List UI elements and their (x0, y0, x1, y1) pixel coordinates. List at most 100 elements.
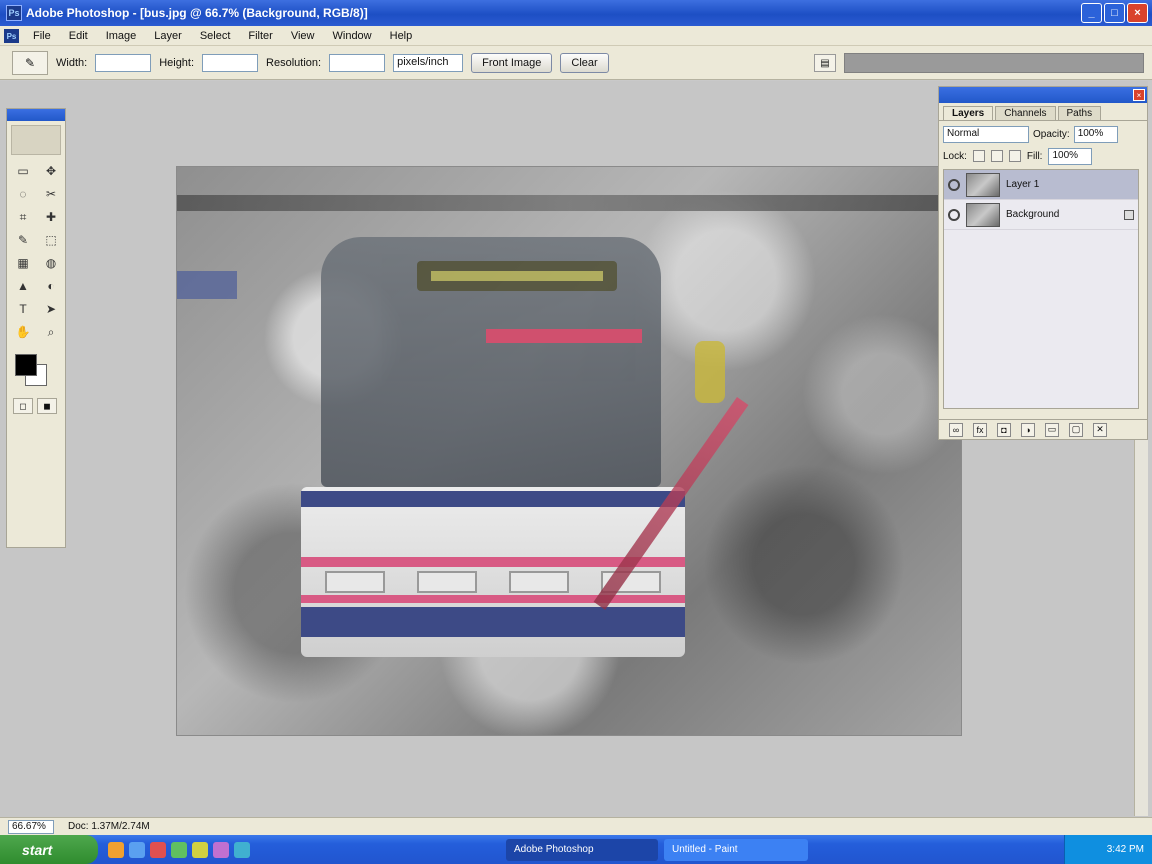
move-tool-icon[interactable]: ✥ (39, 161, 63, 181)
options-bar: ✎ Width: Height: Resolution: pixels/inch… (0, 46, 1152, 80)
adobe-online-button[interactable] (11, 125, 61, 155)
lasso-tool-icon[interactable]: ◌ (11, 184, 35, 204)
color-swatches (11, 350, 61, 392)
menu-edit[interactable]: Edit (60, 30, 97, 42)
type-tool-icon[interactable]: T (11, 299, 35, 319)
menu-bar: Ps File Edit Image Layer Select Filter V… (0, 26, 1152, 46)
fill-field[interactable]: 100% (1048, 147, 1093, 165)
tool-preset-picker[interactable]: ✎ (12, 50, 48, 75)
width-label: Width: (56, 56, 88, 69)
photoshop-logo-icon[interactable]: Ps (4, 29, 19, 43)
quick-launch-icon[interactable] (213, 841, 229, 858)
document-canvas[interactable] (176, 166, 962, 736)
quick-launch-icon[interactable] (108, 841, 124, 858)
lock-transparency-icon[interactable] (972, 150, 985, 162)
zoom-tool-icon[interactable]: ⌕ (39, 322, 63, 342)
visibility-eye-icon[interactable] (948, 208, 960, 221)
image-bus-upper-deck (321, 237, 661, 487)
layers-palette-footer: ∞ fx ◘ ◑ ▭ ▢ ✕ (939, 419, 1147, 439)
foreground-color-swatch[interactable] (15, 354, 37, 376)
taskbar-button-photoshop[interactable]: Adobe Photoshop (506, 838, 658, 861)
window-title: Adobe Photoshop - [bus.jpg @ 66.7% (Back… (26, 6, 368, 20)
crop-tool-icon[interactable]: ⌗ (11, 207, 35, 227)
quick-launch-icon[interactable] (171, 841, 187, 858)
menu-help[interactable]: Help (381, 30, 422, 42)
slice-tool-icon[interactable]: ✚ (39, 207, 63, 227)
taskbar-button-paint[interactable]: Untitled - Paint (664, 838, 808, 861)
layer-row-layer-1[interactable]: Layer 1 (944, 170, 1138, 200)
dodge-tool-icon[interactable]: ◐ (39, 276, 63, 296)
toolbox-titlebar[interactable] (7, 109, 65, 121)
front-image-button[interactable]: Front Image (471, 52, 553, 73)
opacity-field[interactable]: 100% (1073, 125, 1118, 143)
path-selection-tool-icon[interactable]: ➤ (39, 299, 63, 319)
height-field[interactable] (202, 53, 259, 72)
marquee-tool-icon[interactable]: ▭ (11, 161, 35, 181)
vertical-scrollbar[interactable] (1134, 440, 1148, 816)
toolbox: ▭ ✥ ◌ ✂ ⌗ ✚ ✎ ⬚ ▦ ◍ ▲ ◐ T ➤ ✋ ⌕ ◻ ◼ (6, 108, 66, 548)
maximize-button[interactable]: □ (1104, 3, 1125, 23)
lock-label: Lock: (943, 150, 967, 162)
palette-well-toggle-icon[interactable]: ▤ (814, 54, 836, 72)
layers-palette-tabs: Layers Channels Paths (939, 103, 1147, 121)
layers-palette-close-icon[interactable]: × (1133, 89, 1145, 101)
resolution-field[interactable] (329, 53, 386, 72)
zoom-level-field[interactable]: 66.67% (8, 819, 54, 834)
delete-layer-icon[interactable]: ✕ (1093, 422, 1107, 437)
photoshop-app-icon[interactable]: Ps (6, 5, 22, 21)
width-field[interactable] (95, 53, 152, 72)
image-bus-bumper (301, 607, 685, 637)
quick-mask-button[interactable]: ◼ (37, 398, 57, 414)
menu-layer[interactable]: Layer (145, 30, 191, 42)
system-tray-clock[interactable]: 3:42 PM (1064, 835, 1152, 864)
brush-tool-icon[interactable]: ✎ (11, 230, 35, 250)
quick-launch-icon[interactable] (150, 841, 166, 858)
menu-view[interactable]: View (282, 30, 324, 42)
window-controls: _ □ × (1081, 3, 1148, 23)
stamp-tool-icon[interactable]: ⬚ (39, 230, 63, 250)
lock-pixels-icon[interactable] (990, 150, 1003, 162)
lock-position-icon[interactable] (1008, 150, 1021, 162)
magic-wand-tool-icon[interactable]: ✂ (39, 184, 63, 204)
start-button[interactable]: start (0, 835, 98, 864)
close-button[interactable]: × (1127, 3, 1148, 23)
image-bus-pink-band-lower (301, 595, 685, 603)
hand-tool-icon[interactable]: ✋ (11, 322, 35, 342)
tab-layers[interactable]: Layers (943, 106, 994, 120)
tab-channels[interactable]: Channels (995, 106, 1056, 120)
layers-palette-titlebar[interactable]: × (939, 87, 1147, 103)
layer-lock-icon (1124, 209, 1134, 220)
document-info[interactable]: Doc: 1.37M/2.74M (68, 821, 150, 832)
layer-mask-icon[interactable]: ◘ (997, 422, 1011, 437)
menu-image[interactable]: Image (97, 30, 146, 42)
clear-button[interactable]: Clear (560, 52, 609, 73)
image-bus-navy-band (301, 491, 685, 507)
gradient-tool-icon[interactable]: ◍ (39, 253, 63, 273)
layer-name: Background (1006, 209, 1060, 220)
menu-file[interactable]: File (24, 30, 60, 42)
quick-launch-icon[interactable] (192, 841, 208, 858)
blend-mode-select[interactable]: Normal (943, 125, 1029, 143)
image-bus-red-stripe (486, 329, 642, 343)
quick-launch-icon[interactable] (234, 841, 250, 858)
menu-window[interactable]: Window (324, 30, 381, 42)
eraser-tool-icon[interactable]: ▦ (11, 253, 35, 273)
resolution-label: Resolution: (266, 56, 322, 69)
layer-thumbnail (966, 202, 1000, 227)
new-group-icon[interactable]: ▭ (1045, 422, 1059, 437)
standard-mode-button[interactable]: ◻ (13, 398, 33, 414)
new-layer-icon[interactable]: ▢ (1069, 422, 1083, 437)
adjustment-layer-icon[interactable]: ◑ (1021, 422, 1035, 437)
quick-launch-icon[interactable] (129, 841, 145, 858)
palette-well[interactable] (844, 53, 1144, 73)
layer-style-icon[interactable]: fx (973, 422, 987, 437)
minimize-button[interactable]: _ (1081, 3, 1102, 23)
resolution-units-select[interactable]: pixels/inch (393, 53, 464, 72)
link-layers-icon[interactable]: ∞ (949, 422, 963, 437)
menu-filter[interactable]: Filter (239, 30, 281, 42)
menu-select[interactable]: Select (191, 30, 240, 42)
layer-row-background[interactable]: Background (944, 200, 1138, 230)
tab-paths[interactable]: Paths (1057, 106, 1102, 120)
blur-tool-icon[interactable]: ▲ (11, 276, 35, 296)
visibility-eye-icon[interactable] (948, 178, 960, 191)
